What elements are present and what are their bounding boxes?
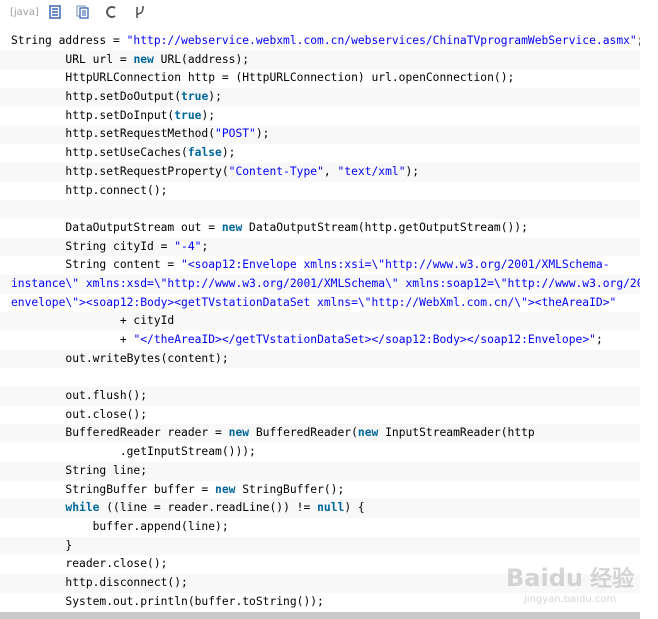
code-line: instance\" xmlns:xsd=\"http://www.w3.org… [0, 274, 640, 294]
keyword-token: true [181, 90, 209, 104]
code-line: envelope\"><soap12:Body><getTVstationDat… [0, 294, 640, 313]
string-token: "Content-Type" [228, 164, 324, 178]
code-line: .getInputStream())); [11, 445, 256, 459]
code-line: DataOutputStream out = new DataOutputStr… [11, 220, 528, 234]
print-icon[interactable] [103, 4, 119, 20]
code-line: out.close(); [11, 407, 148, 421]
baidu-jingyan-watermark: Baidu 经验 jingyan.baidu.com [506, 560, 651, 606]
code-line: http.connect(); [11, 183, 168, 197]
keyword-token: new [215, 482, 236, 496]
string-token: "POST" [215, 127, 256, 141]
code-toolbar: [java] [0, 0, 640, 24]
code-line: String cityId = "-4"; [0, 237, 640, 257]
keyword-token: true [174, 108, 202, 122]
about-icon[interactable] [131, 4, 147, 20]
code-line: http.setRequestMethod("POST"); [0, 125, 640, 145]
horizontal-scrollbar[interactable] [0, 612, 640, 619]
keyword-token: new [228, 426, 250, 440]
code-line [0, 200, 640, 219]
code-line: out.flush(); [0, 387, 640, 406]
copy-icon[interactable] [75, 4, 91, 20]
code-line: http.setRequestProperty("Content-Type", … [0, 162, 640, 182]
keyword-token: null [317, 501, 345, 515]
string-token: "http://webservice.webxml.com.cn/webserv… [126, 34, 637, 47]
string-token: "text/xml" [337, 164, 406, 178]
string-token: "</theAreaID></getTVstationDataSet></soa… [133, 333, 596, 346]
string-token: "-4" [174, 239, 202, 253]
keyword-token: false [187, 146, 222, 160]
code-line: out.writeBytes(content); [0, 349, 640, 369]
code-line: URL url = new URL(address); [0, 50, 640, 70]
code-line: String line; [0, 461, 640, 481]
watermark-chinese: 经验 [590, 566, 634, 592]
keyword-token: new [357, 426, 379, 440]
code-line: StringBuffer buffer = new StringBuffer()… [11, 482, 345, 496]
watermark-url: jingyan.baidu.com [523, 594, 616, 605]
keyword-token: new [221, 220, 243, 234]
language-label: [java] [10, 6, 39, 18]
code-line: http.setDoInput(true); [11, 108, 216, 122]
watermark-brand: Baidu [506, 564, 583, 592]
string-token: instance\" xmlns:xsd=\"http://www.w3.org… [11, 276, 640, 290]
code-line: http.setDoOutput(true); [0, 88, 640, 107]
code-line: } [0, 536, 640, 556]
code-line: String content = "<soap12:Envelope xmlns… [11, 258, 610, 272]
code-line: while ((line = reader.readLine()) != nul… [0, 499, 640, 518]
keyword-token: new [133, 52, 154, 66]
code-line: + cityId [0, 312, 640, 331]
view-source-icon[interactable] [47, 4, 63, 20]
string-token: "<soap12:Envelope xmlns:xsi=\"http://www… [181, 258, 610, 272]
code-line: + "</theAreaID></getTVstationDataSet></s… [11, 333, 603, 346]
code-line: String address = "http://webservice.webx… [11, 34, 640, 47]
code-line: HttpURLConnection http = (HttpURLConnect… [11, 71, 515, 85]
scrollbar-thumb[interactable] [0, 612, 640, 619]
keyword-token: while [65, 501, 100, 515]
code-line: buffer.append(line); [11, 519, 229, 533]
string-token: envelope\"><soap12:Body><getTVstationDat… [11, 295, 617, 309]
code-line: BufferedReader reader = new BufferedRead… [0, 424, 640, 444]
code-block: String address = "http://webservice.webx… [0, 32, 640, 612]
code-line: http.setUseCaches(false); [11, 146, 236, 160]
